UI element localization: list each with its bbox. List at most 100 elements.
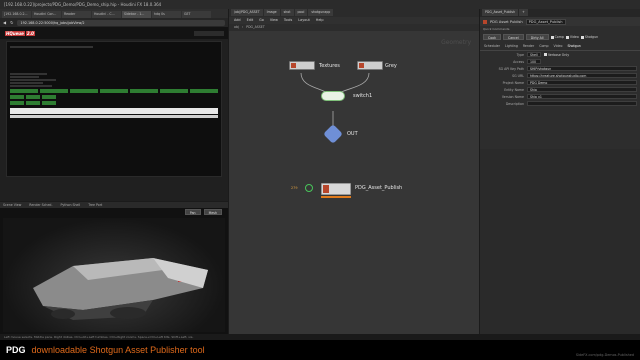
param-field[interactable]: Ship xyxy=(527,87,637,92)
view-mesh-button[interactable]: Mesh xyxy=(203,209,222,215)
tab-render-sched[interactable]: Render Sched. xyxy=(29,203,52,207)
network-tab[interactable]: /obj/PDG_ASSET xyxy=(231,9,263,16)
banner-subtitle: downloadable Shotgun Asset Publisher too… xyxy=(31,345,205,355)
network-menu-bar: Add Edit Go View Tools Layout Help xyxy=(229,17,479,24)
network-editor: /obj/PDG_ASSET Image shot pool shotgunap… xyxy=(229,9,479,334)
browser-tab[interactable]: Reader xyxy=(62,11,91,18)
access-field[interactable]: 100 xyxy=(527,59,541,64)
hqueue-logo[interactable]: HQueue 2.0 xyxy=(4,29,35,37)
status-text: Left mouse selects. Middle pans. Right d… xyxy=(4,335,194,339)
add-tab-button[interactable]: + xyxy=(519,9,528,16)
type-select[interactable]: Shell xyxy=(527,52,541,57)
type-label: Type xyxy=(516,52,524,57)
param-label: SG URL xyxy=(512,73,524,78)
menu-add[interactable]: Add xyxy=(234,18,241,23)
parameter-tabs: PDG_Asset_Publish + xyxy=(480,9,640,17)
window-title-bar: [192.168.0.22]/projects/PDG_Demo/PDG_Dem… xyxy=(0,0,640,9)
browser-tab[interactable]: Sidebar - 1... xyxy=(122,11,151,18)
param-field[interactable]: $HIP/shotgun xyxy=(527,66,637,71)
banner-credit: SideFX.com/pdg-Demos-Published xyxy=(575,353,634,357)
node-grey-label: Grey xyxy=(385,63,397,69)
menu-go[interactable]: Go xyxy=(259,18,264,23)
tab-scene-view[interactable]: Scene View xyxy=(3,203,21,207)
shotgun-checkbox[interactable]: Shotgun xyxy=(580,34,598,40)
access-label: Access xyxy=(513,59,524,64)
tab-pdg-asset-publish[interactable]: PDG_Asset_Publish xyxy=(482,9,519,16)
verbose-only-checkbox[interactable]: Verbose Only xyxy=(544,53,569,57)
address-bar-row: ◀ ↻ 192.168.0.22:5000/hq_jobs/jobView/2 xyxy=(0,18,228,27)
browser-tab[interactable]: Houdini Con... xyxy=(32,11,61,18)
spaceship-render xyxy=(33,258,208,320)
cancel-button[interactable]: Cancel xyxy=(502,34,524,40)
param-row-access: Access 100 xyxy=(480,58,640,65)
param-field[interactable]: PDG Demo xyxy=(527,80,637,85)
menu-help[interactable]: Help xyxy=(316,18,324,23)
param-row: Description xyxy=(480,100,640,107)
menu-tools[interactable]: Tools xyxy=(284,18,292,23)
path-obj[interactable]: obj xyxy=(234,25,239,30)
node-pdg-asset-publish[interactable] xyxy=(321,183,351,195)
job-output-bar xyxy=(10,108,218,115)
param-label: SG API Key Path xyxy=(498,66,524,71)
browser-panel: [192.168.0.2... Houdini Con... Reader Ho… xyxy=(0,9,228,201)
reload-icon[interactable]: ↻ xyxy=(10,20,13,25)
dirty-all-button[interactable]: Dirty All xyxy=(525,34,549,40)
video-checkbox[interactable]: Video xyxy=(565,34,579,40)
tab-video[interactable]: Video xyxy=(554,44,563,48)
tab-tree-port[interactable]: Tree Port xyxy=(88,203,102,207)
node-flag-icon xyxy=(323,185,329,193)
network-tabs: /obj/PDG_ASSET Image shot pool shotgunap… xyxy=(229,9,479,17)
node-switch-label: switch1 xyxy=(353,93,373,99)
network-tab[interactable]: shot xyxy=(280,9,294,16)
hqueue-search-input[interactable] xyxy=(194,30,224,36)
window-title: [192.168.0.22]/projects/PDG_Demo/PDG_Dem… xyxy=(4,2,162,7)
tab-lighting[interactable]: Lighting xyxy=(505,44,518,48)
param-row: Version Name Ship v1 xyxy=(480,93,640,100)
node-wires xyxy=(300,72,370,133)
node-name-field[interactable]: PDG_Asset_Publish xyxy=(525,18,566,25)
node-pdg-asset-publish-label: PDG_Asset_Publish xyxy=(355,185,403,191)
3d-viewport[interactable] xyxy=(3,218,225,332)
browser-tab[interactable]: GET xyxy=(182,11,211,18)
node-out-label: OUT xyxy=(347,131,358,137)
param-field[interactable] xyxy=(527,101,637,106)
view-pan-button[interactable]: Pan xyxy=(184,209,201,215)
parameter-header: PDG Asset Publish PDG_Asset_Publish xyxy=(480,17,640,26)
node-switch[interactable] xyxy=(321,91,345,101)
tab-python-shell[interactable]: Python Shell xyxy=(60,203,80,207)
network-path-bar: obj › PDG_ASSET xyxy=(229,24,479,31)
network-tab[interactable]: shotgunapp xyxy=(308,9,334,16)
param-field[interactable]: Ship v1 xyxy=(527,94,637,99)
brand-label: PDG xyxy=(6,345,26,355)
browser-tab[interactable]: [192.168.0.2... xyxy=(2,11,31,18)
tab-render[interactable]: Render xyxy=(523,44,534,48)
param-row: SG URL https://creature.shotgunstudio.co… xyxy=(480,72,640,79)
param-label: Description xyxy=(505,101,524,106)
param-label: Version Name xyxy=(501,94,524,99)
network-tab[interactable]: Image xyxy=(263,9,280,16)
param-row: Project Name PDG Demo xyxy=(480,79,640,86)
path-pdg-asset[interactable]: PDG_ASSET xyxy=(246,25,265,30)
node-grey[interactable] xyxy=(357,61,383,70)
job-status-row xyxy=(10,89,218,94)
tab-scheduler[interactable]: Scheduler xyxy=(484,44,500,48)
param-field[interactable]: https://creature.shotgunstudio.com xyxy=(527,73,637,78)
param-label: Entity Name xyxy=(504,87,524,92)
browser-tab[interactable]: hdq 0s xyxy=(152,11,181,18)
comp-checkbox[interactable]: Comp xyxy=(550,34,564,40)
network-tab[interactable]: pool xyxy=(294,9,308,16)
tab-comp[interactable]: Comp xyxy=(539,44,548,48)
menu-view[interactable]: View xyxy=(270,18,278,23)
back-icon[interactable]: ◀ xyxy=(3,20,6,25)
param-row: Entity Name Ship xyxy=(480,86,640,93)
menu-edit[interactable]: Edit xyxy=(247,18,254,23)
cook-button[interactable]: Cook xyxy=(483,34,501,40)
browser-tab[interactable]: Houdini - C... xyxy=(92,11,121,18)
parameter-empty-area xyxy=(480,149,640,334)
address-input[interactable]: 192.168.0.22:5000/hq_jobs/jobView/2 xyxy=(17,19,225,26)
node-textures[interactable] xyxy=(289,61,315,70)
node-flag-icon xyxy=(359,63,364,68)
menu-layout[interactable]: Layout xyxy=(298,18,310,23)
tab-shotgun[interactable]: Shotgun xyxy=(567,44,580,48)
hqueue-header: HQueue 2.0 xyxy=(0,27,228,39)
